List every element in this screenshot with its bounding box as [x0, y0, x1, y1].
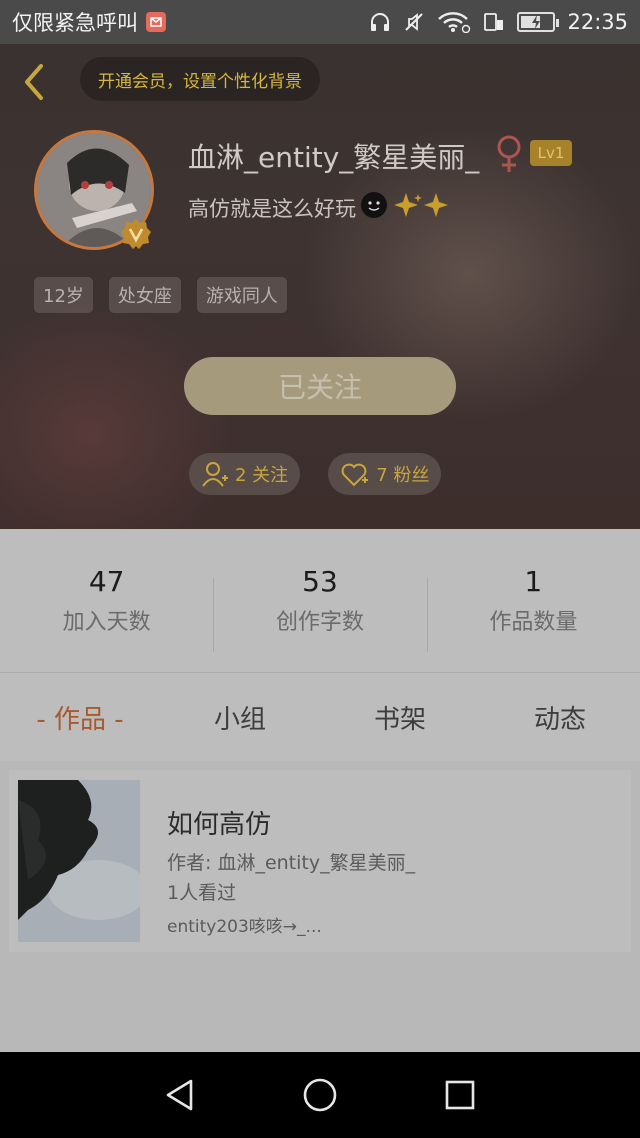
works-list: 如何高仿 作者: 血淋_entity_繁星美丽_ 1人看过 entity203咳… [0, 761, 640, 1051]
status-left: 仅限紧急呼叫 [12, 7, 166, 37]
sim-signal-icon [483, 11, 505, 33]
battery-icon [517, 12, 560, 32]
following-button[interactable]: 已关注 [184, 357, 456, 415]
stat-word-count: 53 创作字数 [213, 556, 426, 652]
work-views: 1人看过 [167, 882, 237, 904]
stat-value: 1 [524, 565, 543, 598]
work-excerpt: entity203咳咳→_... [167, 917, 322, 937]
stat-value: 53 [302, 565, 338, 598]
stat-label: 作品数量 [489, 610, 578, 635]
carrier-text: 仅限紧急呼叫 [12, 11, 138, 35]
circle-home-icon [303, 1078, 337, 1112]
tab-groups[interactable]: 小组 [160, 699, 320, 736]
stat-days-joined: 47 加入天数 [0, 556, 213, 646]
fans-count: 7 粉丝 [376, 465, 430, 486]
bio-text: 高仿就是这么好玩 [188, 196, 356, 221]
vip-prompt-text: 开通会员，设置个性化背景 [98, 71, 302, 92]
nav-back-button[interactable] [150, 1065, 210, 1125]
profile-tabs: - 作品 - 小组 书架 动态 [0, 673, 640, 761]
back-button[interactable] [18, 62, 50, 102]
headphones-icon [369, 11, 391, 33]
work-title: 如何高仿 [167, 810, 272, 840]
verified-badge-icon [120, 218, 152, 250]
system-navigation-bar [0, 1052, 640, 1138]
tag-age: 12岁 [34, 277, 93, 313]
triangle-back-icon [166, 1079, 193, 1111]
emoji-face-icon [360, 191, 388, 224]
stat-label: 加入天数 [62, 610, 151, 635]
tab-activity[interactable]: 动态 [480, 699, 640, 736]
nav-recents-button[interactable] [430, 1065, 490, 1125]
square-recents-icon [445, 1080, 475, 1110]
tag-zodiac: 处女座 [108, 277, 181, 313]
person-add-icon [202, 462, 228, 487]
tab-bookshelf[interactable]: 书架 [320, 699, 480, 736]
mail-notification-icon [146, 12, 166, 32]
tab-works[interactable]: - 作品 - [0, 699, 160, 736]
tag-interest: 游戏同人 [196, 277, 287, 313]
wifi-icon [437, 11, 471, 33]
mute-icon [403, 11, 425, 33]
clock: 22:35 [567, 10, 628, 34]
list-item[interactable]: 如何高仿 作者: 血淋_entity_繁星美丽_ 1人看过 entity203咳… [9, 770, 631, 952]
social-stats: 2 关注 7 粉丝 [189, 453, 442, 495]
status-bar: 仅限紧急呼叫 22:35 [0, 0, 640, 44]
stat-works-count: 1 作品数量 [426, 556, 640, 652]
stat-label: 创作字数 [275, 610, 364, 635]
female-gender-icon [494, 134, 524, 178]
chevron-left-icon [25, 64, 43, 100]
profile-tags: 12岁 处女座 游戏同人 [34, 277, 287, 313]
fans-count-button[interactable]: 7 粉丝 [328, 453, 442, 495]
stat-value: 47 [88, 565, 125, 598]
nav-home-button[interactable] [290, 1065, 350, 1125]
level-badge: Lv1 [530, 140, 572, 166]
bio: 高仿就是这么好玩 [188, 190, 452, 225]
status-right: 22:35 [369, 10, 628, 34]
profile-header: 开通会员，设置个性化背景 血淋_entity_繁星美丽_ Lv1 高仿就是这么好… [0, 44, 640, 529]
vip-background-prompt[interactable]: 开通会员，设置个性化背景 [80, 57, 320, 101]
work-cover-image [18, 780, 140, 942]
work-author: 作者: 血淋_entity_繁星美丽_ [167, 852, 416, 874]
heart-plus-icon [341, 463, 369, 487]
sparkles-icon [392, 190, 452, 225]
background-blur [0, 304, 240, 529]
stats-row: 47 加入天数 53 创作字数 1 作品数量 [0, 529, 640, 673]
following-count: 2 关注 [235, 465, 289, 486]
following-count-button[interactable]: 2 关注 [189, 453, 301, 495]
username: 血淋_entity_繁星美丽_ [188, 141, 480, 174]
